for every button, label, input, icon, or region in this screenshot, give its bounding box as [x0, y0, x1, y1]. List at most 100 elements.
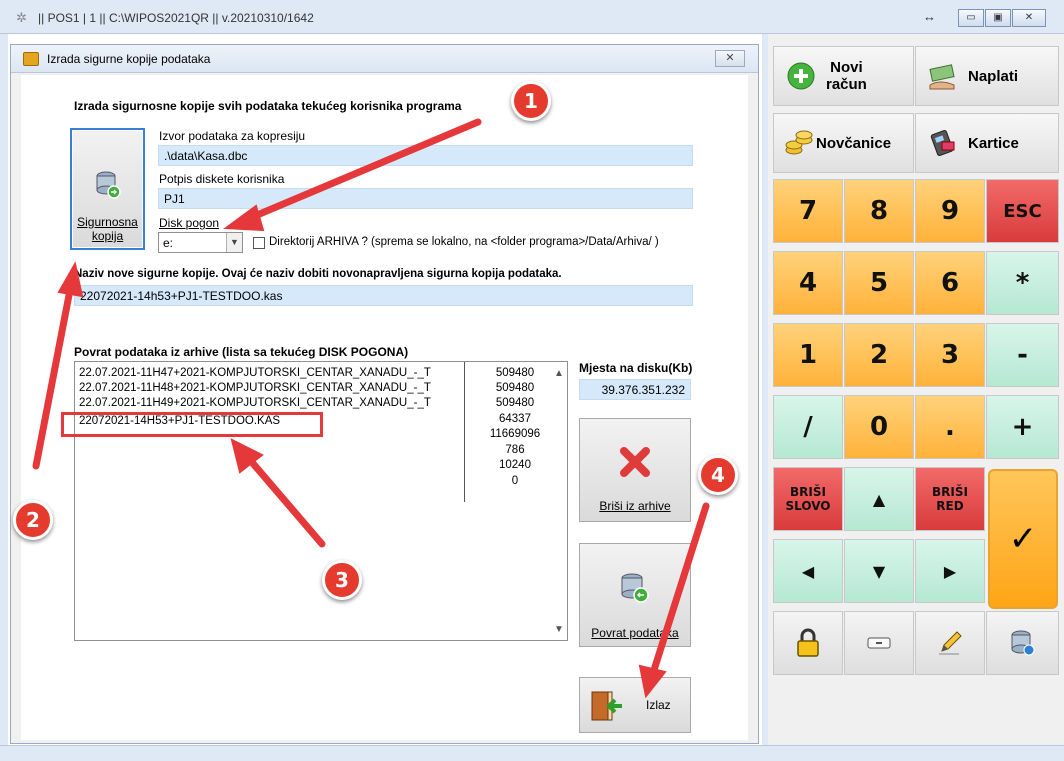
source-field[interactable]: .\data\Kasa.dbc — [158, 145, 693, 166]
restore-data-button[interactable]: Povrat podataka — [579, 543, 691, 647]
delete-from-archive-button[interactable]: Briši iz arhive — [579, 418, 691, 522]
database-backup-icon — [96, 171, 121, 199]
list-item[interactable]: 22.07.2021-11H47+2021-KOMPJUTORSKI_CENTA… — [79, 366, 431, 380]
database-key[interactable] — [986, 611, 1059, 675]
window-frame-left — [0, 34, 8, 761]
delete-row-label-2: RED — [936, 499, 964, 513]
backup-button-label-2: kopija — [91, 229, 124, 243]
cards-label: Kartice — [968, 134, 1019, 152]
list-size-value: 509480 — [495, 397, 535, 409]
scroll-up-icon[interactable]: ▲ — [554, 368, 564, 379]
source-label: Izvor podataka za kopresiju — [159, 129, 306, 143]
exit-door-icon — [591, 691, 622, 721]
database-icon — [1011, 630, 1034, 656]
pay-button[interactable]: Naplati — [915, 46, 1059, 106]
plus-key[interactable]: + — [986, 395, 1059, 459]
dot-key[interactable]: . — [915, 395, 985, 459]
annotation-badge-2: 2 — [13, 500, 53, 540]
list-item[interactable]: 22.07.2021-11H48+2021-KOMPJUTORSKI_CENTA… — [79, 381, 431, 395]
backup-heading: Izrada sigurnosne kopije svih podataka t… — [74, 99, 462, 113]
backup-button-label-1: Sigurnosna — [77, 215, 138, 229]
app-icon: ✲ — [16, 10, 27, 25]
delete-row-key[interactable]: BRIŠI RED — [915, 467, 985, 531]
annotation-badge-4: 4 — [698, 455, 738, 495]
keypad-panel: Novi račun Naplati Novčanice Kartice 7 8 … — [768, 34, 1064, 745]
esc-key[interactable]: ESC — [986, 179, 1059, 243]
backup-button[interactable]: Sigurnosna kopija — [70, 128, 145, 250]
delete-char-label-2: SLOVO — [785, 499, 831, 513]
archive-listbox[interactable]: 22.07.2021-11H47+2021-KOMPJUTORSKI_CENTA… — [74, 361, 568, 641]
dialog-icon — [23, 52, 39, 66]
arrow-down-key[interactable]: ▼ — [844, 539, 914, 603]
minus-key[interactable]: - — [986, 323, 1059, 387]
new-name-field[interactable]: 22072021-14h53+PJ1-TESTDOO.kas — [74, 285, 693, 306]
scroll-down-icon[interactable]: ▼ — [554, 624, 564, 635]
annotation-badge-1: 1 — [511, 81, 551, 121]
dialog-close-button[interactable]: ✕ — [715, 50, 745, 67]
cash-drawer-icon — [867, 637, 891, 649]
delete-button-label: Briši iz arhive — [599, 499, 671, 513]
delete-char-key[interactable]: BRIŠI SLOVO — [773, 467, 843, 531]
drawer-key[interactable] — [844, 611, 914, 675]
dialog-title: Izrada sigurne kopije podataka — [47, 52, 211, 66]
pencil-icon — [939, 631, 962, 655]
annotation-badge-3: 3 — [322, 560, 362, 600]
new-invoice-label-2: račun — [826, 76, 867, 93]
key-1[interactable]: 1 — [773, 323, 843, 387]
list-item[interactable]: 22.07.2021-11H49+2021-KOMPJUTORSKI_CENTA… — [79, 396, 431, 410]
signature-field[interactable]: PJ1 — [158, 188, 693, 209]
restore-button-label: Povrat podataka — [591, 626, 679, 640]
list-size-value: 64337 — [499, 413, 531, 425]
plus-circle-icon — [787, 62, 815, 90]
window-titlebar: ✲ || POS1 | 1 || C:\WIPOS2021QR || v.202… — [0, 0, 1064, 34]
list-column-divider — [464, 362, 465, 502]
cash-label: Novčanice — [816, 134, 892, 152]
lock-key[interactable] — [773, 611, 843, 675]
maximize-button[interactable]: ▣ — [985, 9, 1011, 27]
signature-label: Potpis diskete korisnika — [159, 172, 285, 186]
coins-icon — [785, 130, 813, 155]
key-3[interactable]: 3 — [915, 323, 985, 387]
key-6[interactable]: 6 — [915, 251, 985, 315]
chevron-down-icon[interactable]: ▼ — [226, 233, 242, 252]
list-size-value: 509480 — [495, 367, 535, 379]
restore-label: Povrat podataka iz arhive (lista sa teku… — [74, 345, 409, 359]
arrow-left-key[interactable]: ◀ — [773, 539, 843, 603]
key-8[interactable]: 8 — [844, 179, 914, 243]
key-9[interactable]: 9 — [915, 179, 985, 243]
backup-dialog: Izrada sigurne kopije podataka ✕ Izrada … — [10, 44, 759, 744]
red-x-icon — [620, 447, 650, 477]
key-4[interactable]: 4 — [773, 251, 843, 315]
cards-button[interactable]: Kartice — [915, 113, 1059, 173]
archive-checkbox-label: Direktorij ARHIVA ? (sprema se lokalno, … — [269, 236, 659, 248]
window-frame-bottom — [0, 745, 1064, 761]
arrow-right-key[interactable]: ▶ — [915, 539, 985, 603]
key-7[interactable]: 7 — [773, 179, 843, 243]
list-size-value: 0 — [511, 475, 519, 487]
key-2[interactable]: 2 — [844, 323, 914, 387]
new-name-label: Naziv nove sigurne kopije. Ovaj će naziv… — [74, 268, 562, 280]
divide-key[interactable]: / — [773, 395, 843, 459]
disk-space-label: Mjesta na disku(Kb) — [579, 361, 693, 375]
list-size-value: 11669096 — [489, 428, 541, 440]
drive-select[interactable]: e: ▼ — [158, 232, 243, 253]
dialog-titlebar: Izrada sigurne kopije podataka ✕ — [11, 45, 758, 73]
edit-key[interactable] — [915, 611, 985, 675]
arrow-up-key[interactable]: ▲ — [844, 467, 914, 531]
exit-button[interactable]: Izlaz — [579, 677, 691, 733]
window-title: || POS1 | 1 || C:\WIPOS2021QR || v.20210… — [38, 11, 314, 25]
resize-icon[interactable]: ↔ — [923, 9, 936, 24]
pay-label: Naplati — [968, 67, 1019, 85]
close-window-button[interactable]: ✕ — [1012, 9, 1046, 27]
confirm-key[interactable]: ✓ — [988, 469, 1058, 609]
list-size-value: 509480 — [495, 382, 535, 394]
key-5[interactable]: 5 — [844, 251, 914, 315]
key-0[interactable]: 0 — [844, 395, 914, 459]
archive-checkbox[interactable] — [253, 237, 265, 249]
list-size-value: 786 — [505, 444, 525, 456]
new-invoice-button[interactable]: Novi račun — [773, 46, 914, 106]
minimize-button[interactable]: ▭ — [958, 9, 984, 27]
exit-button-label: Izlaz — [646, 698, 671, 712]
cash-button[interactable]: Novčanice — [773, 113, 914, 173]
multiply-key[interactable]: * — [986, 251, 1059, 315]
